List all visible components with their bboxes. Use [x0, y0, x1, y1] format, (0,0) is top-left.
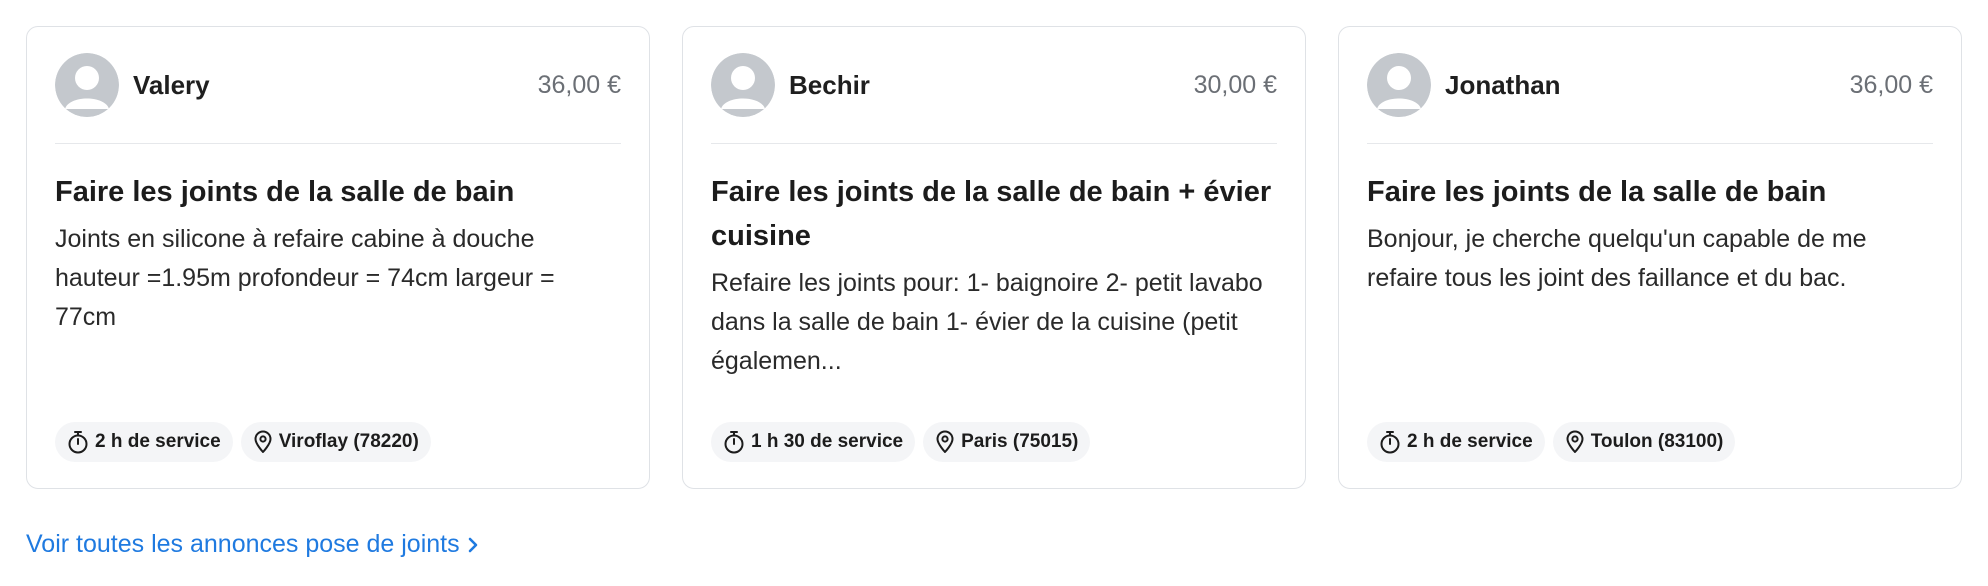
- default-user-avatar-icon: [1367, 53, 1431, 117]
- listing-title: Faire les joints de la salle de bain: [55, 176, 515, 208]
- map-pin-icon: [936, 430, 954, 453]
- tags: 1 h 30 de service Paris (75015): [711, 422, 1091, 462]
- listing-section: Valery 36,00 € Faire les joints de la sa…: [0, 0, 1988, 586]
- price: 36,00 €: [1849, 70, 1933, 99]
- duration-tag: 2 h de service: [55, 422, 233, 462]
- location-tag: Paris (75015): [923, 422, 1091, 462]
- duration-label: 1 h 30 de service: [751, 431, 904, 452]
- tags: 2 h de service Toulon (83100): [1367, 422, 1736, 462]
- duration-label: 2 h de service: [95, 431, 221, 452]
- user-info: Valery: [55, 53, 210, 117]
- price: 36,00 €: [537, 70, 621, 99]
- see-all-listings-link[interactable]: Voir toutes les annonces pose de joints: [26, 530, 480, 559]
- see-all-listings-label: Voir toutes les annonces pose de joints: [26, 530, 460, 558]
- map-pin-icon: [254, 430, 272, 453]
- location-label: Toulon (83100): [1590, 431, 1724, 452]
- listing-description: Refaire les joints pour: 1- baignoire 2-…: [711, 269, 1263, 375]
- listing-card[interactable]: Jonathan 36,00 € Faire les joints de la …: [1338, 26, 1962, 489]
- user-name: Valery: [133, 69, 210, 100]
- listing-description: Bonjour, je cherche quelqu'un capable de…: [1367, 225, 1867, 292]
- location-tag: Toulon (83100): [1552, 422, 1736, 462]
- duration-tag: 2 h de service: [1367, 422, 1545, 462]
- default-user-avatar-icon: [711, 53, 775, 117]
- stopwatch-icon: [724, 431, 744, 454]
- stopwatch-icon: [1380, 431, 1400, 454]
- cards-row: Valery 36,00 € Faire les joints de la sa…: [26, 26, 1962, 489]
- avatar: [1367, 53, 1431, 117]
- listing-title: Faire les joints de la salle de bain: [1367, 176, 1827, 208]
- price: 30,00 €: [1193, 70, 1277, 99]
- duration-label: 2 h de service: [1407, 431, 1533, 452]
- duration-tag: 1 h 30 de service: [711, 422, 916, 462]
- avatar: [55, 53, 119, 117]
- location-tag: Viroflay (78220): [240, 422, 431, 462]
- listing-card[interactable]: Bechir 30,00 € Faire les joints de la sa…: [682, 26, 1306, 489]
- listing-title: Faire les joints de la salle de bain + é…: [711, 176, 1272, 252]
- card-header: Jonathan 36,00 €: [1367, 53, 1933, 144]
- user-name: Jonathan: [1445, 69, 1561, 100]
- stopwatch-icon: [68, 431, 88, 454]
- location-label: Viroflay (78220): [278, 431, 419, 452]
- map-pin-icon: [1566, 430, 1584, 453]
- default-user-avatar-icon: [55, 53, 119, 117]
- user-info: Jonathan: [1367, 53, 1561, 117]
- listing-card[interactable]: Valery 36,00 € Faire les joints de la sa…: [26, 26, 650, 489]
- card-header: Valery 36,00 €: [55, 53, 621, 144]
- tags: 2 h de service Viroflay (78220): [55, 422, 431, 462]
- avatar: [711, 53, 775, 117]
- user-name: Bechir: [789, 69, 870, 100]
- location-label: Paris (75015): [961, 431, 1079, 452]
- chevron-right-icon: [468, 537, 477, 552]
- user-info: Bechir: [711, 53, 870, 117]
- card-header: Bechir 30,00 €: [711, 53, 1277, 144]
- listing-description: Joints en silicone à refaire cabine à do…: [55, 225, 555, 331]
